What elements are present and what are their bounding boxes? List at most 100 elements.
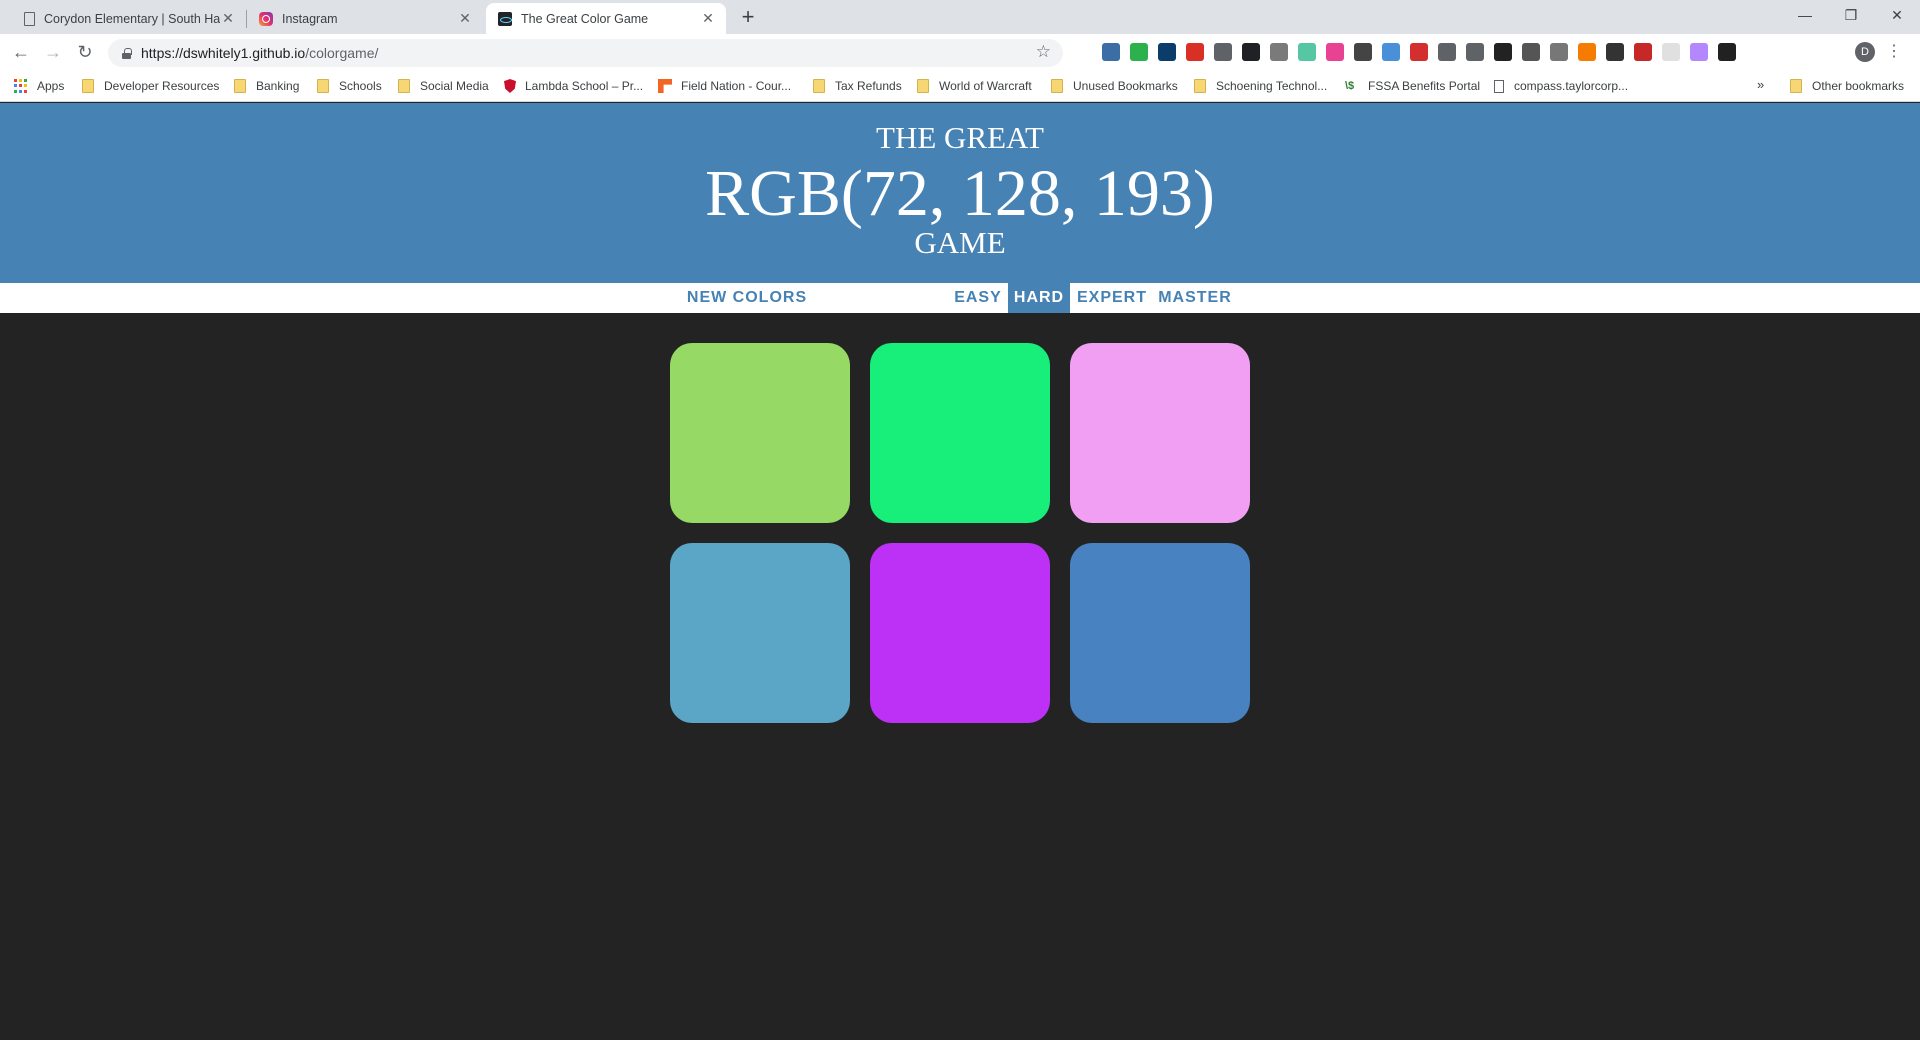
bookmark-other[interactable]: Other bookmarks <box>1790 78 1904 94</box>
extension-icon[interactable] <box>1662 43 1680 61</box>
folder-icon <box>234 79 246 93</box>
bookmark-label: Other bookmarks <box>1812 79 1905 93</box>
folder-icon <box>398 79 410 93</box>
tab-instagram[interactable]: Instagram ✕ <box>247 3 483 34</box>
extension-icon[interactable] <box>1326 43 1344 61</box>
control-stripe: NEW COLORS EASY HARD EXPERT MASTER <box>0 283 1920 313</box>
mode-master-button[interactable]: MASTER <box>1154 283 1236 313</box>
restore-icon[interactable]: ❐ <box>1828 0 1874 30</box>
new-colors-button[interactable]: NEW COLORS <box>682 283 812 313</box>
extension-icon[interactable] <box>1438 43 1456 61</box>
extension-icon[interactable] <box>1130 43 1148 61</box>
extension-icon[interactable] <box>1298 43 1316 61</box>
url-path: /colorgame/ <box>305 45 379 61</box>
extension-icon[interactable] <box>1214 43 1232 61</box>
title-the-great: THE GREAT <box>876 120 1044 155</box>
bookmark-label: FSSA Benefits Portal <box>1368 79 1481 93</box>
url-host: https://dswhitely1.github.io <box>141 45 306 61</box>
lock-icon <box>122 47 132 59</box>
bookmark-label: Lambda School – Pr... <box>525 79 644 93</box>
mode-hard-button[interactable]: HARD <box>1008 283 1070 313</box>
bookmark-tax-refunds[interactable]: Tax Refunds <box>813 78 902 94</box>
apps-icon <box>14 79 28 93</box>
extension-icon[interactable] <box>1410 43 1428 61</box>
tab-title: The Great Color Game <box>521 11 649 26</box>
bookmark-label: Unused Bookmarks <box>1073 79 1178 93</box>
extension-icon[interactable] <box>1690 43 1708 61</box>
document-icon <box>24 11 35 26</box>
close-icon[interactable]: ✕ <box>220 10 236 27</box>
bookmark-social-media[interactable]: Social Media <box>398 78 489 94</box>
fssa-icon: \$ <box>1345 80 1355 92</box>
color-square[interactable] <box>870 343 1050 523</box>
bookmark-label: Apps <box>37 79 65 93</box>
bookmark-developer-resources[interactable]: Developer Resources <box>82 78 219 94</box>
bookmark-unused[interactable]: Unused Bookmarks <box>1051 78 1178 94</box>
bookmark-label: Social Media <box>420 79 489 93</box>
tab-title: Instagram <box>282 11 338 26</box>
bookmark-star-icon[interactable]: ☆ <box>1036 42 1051 62</box>
bookmark-label: Schools <box>339 79 382 93</box>
color-square[interactable] <box>670 343 850 523</box>
bookmark-schoening[interactable]: Schoening Technol... <box>1194 78 1327 94</box>
tab-color-game[interactable]: The Great Color Game ✕ <box>486 3 726 34</box>
extension-icon[interactable] <box>1158 43 1176 61</box>
tab-corydon[interactable]: Corydon Elementary | South Harr ✕ <box>10 3 246 34</box>
mode-easy-button[interactable]: EASY <box>948 283 1008 313</box>
bookmark-field-nation[interactable]: Field Nation - Cour... <box>658 78 791 94</box>
extension-icon[interactable] <box>1550 43 1568 61</box>
extension-icon[interactable] <box>1578 43 1596 61</box>
bookmark-world-of-warcraft[interactable]: World of Warcraft <box>917 78 1032 94</box>
fieldnation-icon <box>658 79 672 93</box>
folder-icon <box>1194 79 1206 93</box>
bookmarks-bar: Apps Developer Resources Banking Schools… <box>0 70 1920 102</box>
bookmark-compass[interactable]: compass.taylorcorp... <box>1494 78 1628 94</box>
extension-icon[interactable] <box>1242 43 1260 61</box>
extension-icon[interactable] <box>1494 43 1512 61</box>
react-icon <box>498 11 512 26</box>
close-icon[interactable]: ✕ <box>457 10 473 27</box>
bookmark-fssa[interactable]: \$ FSSA Benefits Portal <box>1345 78 1480 94</box>
bookmark-lambda-school[interactable]: Lambda School – Pr... <box>504 78 643 94</box>
minimize-icon[interactable]: — <box>1782 0 1828 30</box>
profile-avatar[interactable]: D <box>1855 42 1875 62</box>
color-square[interactable] <box>1070 343 1250 523</box>
reload-icon[interactable]: ↻ <box>73 40 97 64</box>
bookmark-apps[interactable]: Apps <box>14 78 64 94</box>
extension-icon[interactable] <box>1382 43 1400 61</box>
address-bar[interactable]: https://dswhitely1.github.io/colorgame/ … <box>108 39 1063 67</box>
folder-icon <box>917 79 929 93</box>
game-header: THE GREAT RGB(72, 128, 193) GAME <box>0 103 1920 283</box>
extension-icon[interactable] <box>1102 43 1120 61</box>
folder-icon <box>82 79 94 93</box>
forward-icon[interactable]: → <box>41 40 65 64</box>
bookmark-banking[interactable]: Banking <box>234 78 299 94</box>
color-square[interactable] <box>670 543 850 723</box>
close-icon[interactable]: ✕ <box>700 10 716 27</box>
color-square[interactable] <box>1070 543 1250 723</box>
bookmark-label: World of Warcraft <box>939 79 1032 93</box>
extension-icon[interactable] <box>1466 43 1484 61</box>
tab-strip: Corydon Elementary | South Harr ✕ Instag… <box>0 0 1920 34</box>
extension-icon[interactable] <box>1186 43 1204 61</box>
folder-icon <box>317 79 329 93</box>
bookmark-label: Field Nation - Cour... <box>681 79 792 93</box>
kebab-menu-icon[interactable]: ⋮ <box>1886 41 1902 63</box>
instagram-icon <box>259 11 273 26</box>
bookmark-schools[interactable]: Schools <box>317 78 382 94</box>
close-window-icon[interactable]: ✕ <box>1874 0 1920 30</box>
extension-icon[interactable] <box>1718 43 1736 61</box>
bookmark-label: compass.taylorcorp... <box>1514 79 1629 93</box>
back-icon[interactable]: ← <box>9 40 33 64</box>
bookmark-label: Banking <box>256 79 300 93</box>
bookmarks-overflow-icon[interactable]: » <box>1757 77 1764 92</box>
extension-icon[interactable] <box>1606 43 1624 61</box>
color-square[interactable] <box>870 543 1050 723</box>
new-tab-button[interactable]: + <box>736 6 760 30</box>
extension-icon[interactable] <box>1522 43 1540 61</box>
extension-icon[interactable] <box>1354 43 1372 61</box>
extension-icon[interactable] <box>1634 43 1652 61</box>
mode-expert-button[interactable]: EXPERT <box>1070 283 1154 313</box>
extension-icon[interactable] <box>1270 43 1288 61</box>
title-game: GAME <box>914 225 1006 260</box>
